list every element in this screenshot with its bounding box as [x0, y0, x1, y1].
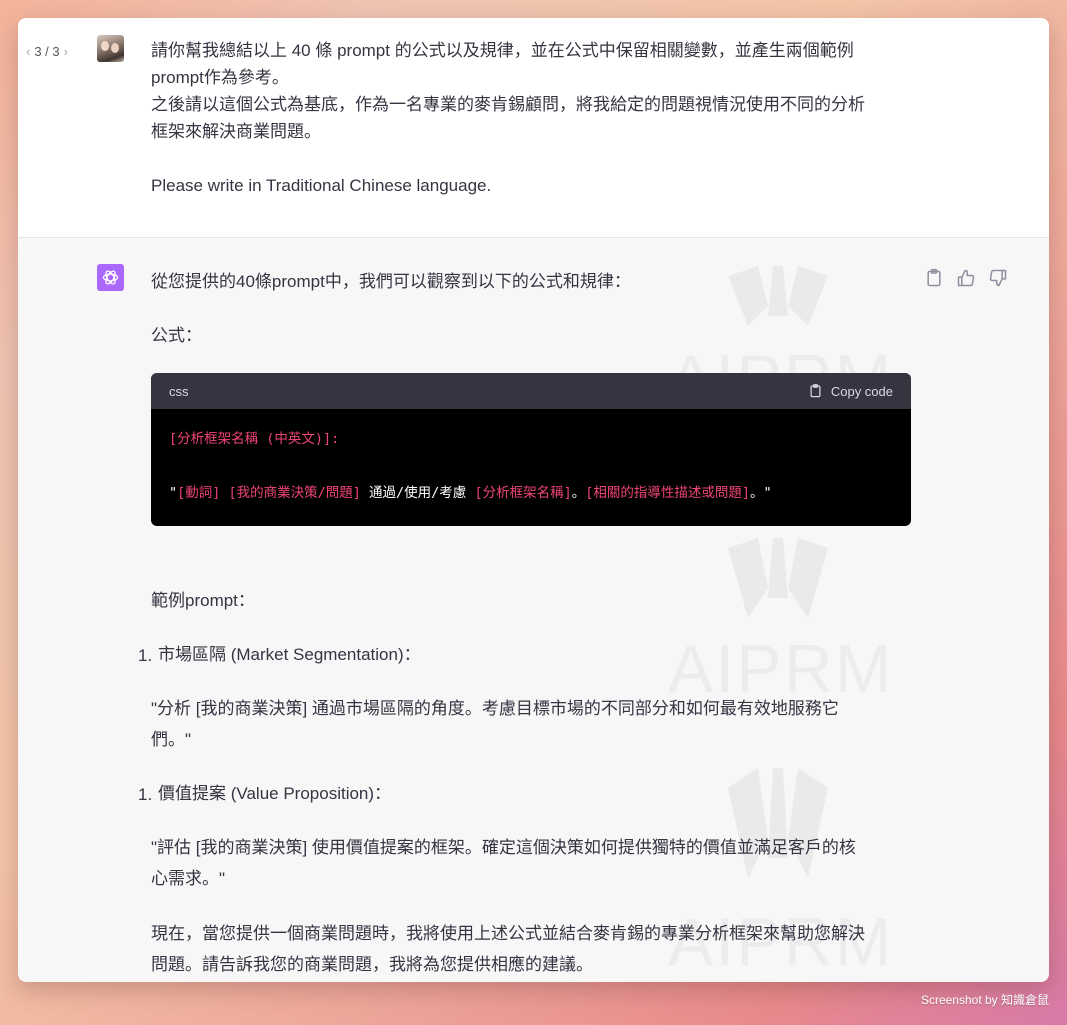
examples-label: 範例prompt： [151, 591, 255, 610]
user-line: prompt作為參考。 [151, 68, 289, 87]
example-title: 市場區隔 (Market Segmentation)： [158, 645, 421, 664]
code-line-1: [分析框架名稱 (中英文)]: [169, 431, 340, 447]
closing-text: 問題。請告訴我您的商業問題，我將為您提供相應的建議。 [151, 955, 593, 974]
chat-window: ‹ 3 / 3 › 請你幫我總結以上 40 條 prompt 的公式以及規律，並… [18, 18, 1049, 982]
list-number: 1. [138, 785, 153, 804]
openai-logo-icon [102, 270, 119, 285]
message-actions [924, 268, 1008, 288]
screenshot-credit: Screenshot by 知識倉鼠 [920, 993, 1049, 1007]
response-pager: ‹ 3 / 3 › [26, 44, 68, 59]
clipboard-icon[interactable] [924, 268, 944, 288]
code-header: css Copy code [151, 373, 911, 409]
code-content: [分析框架名稱 (中英文)]: "[動詞] [我的商業決策/問題] 通過/使用/考… [151, 409, 911, 524]
thumbs-down-icon[interactable] [988, 268, 1008, 288]
example-body: "分析 [我的商業決策] 通過市場區隔的角度。考慮目標市場的不同部分和如何最有效… [151, 699, 839, 718]
watermark-logo-icon [728, 768, 828, 878]
formula-label: 公式： [151, 326, 202, 345]
copy-code-label: Copy code [830, 383, 893, 399]
closing-text: 現在，當您提供一個商業問題時，我將使用上述公式並結合麥肯錫的專業分析框架來幫助您… [151, 924, 865, 943]
example-body: 們。" [151, 730, 192, 749]
chevron-left-icon[interactable]: ‹ [26, 44, 30, 59]
code-token: [相關的指導性描述或問題] [585, 485, 750, 501]
language-note: Please write in Traditional Chinese lang… [151, 176, 492, 195]
list-number: 1. [138, 646, 153, 665]
code-token: " [169, 485, 178, 501]
code-token: 。 [571, 485, 586, 501]
user-message: ‹ 3 / 3 › 請你幫我總結以上 40 條 prompt 的公式以及規律，並… [18, 18, 1049, 238]
assistant-avatar [97, 264, 124, 291]
user-avatar [97, 35, 124, 62]
code-token: [動詞] [我的商業決策/問題] [177, 485, 361, 501]
user-message-text: 請你幫我總結以上 40 條 prompt 的公式以及規律，並在公式中保留相關變數… [151, 37, 921, 199]
code-block: css Copy code [分析框架名稱 (中英文)]: "[動詞] [我的商業… [151, 373, 911, 526]
intro-text: 從您提供的40條prompt中，我們可以觀察到以下的公式和規律： [151, 272, 631, 291]
user-line: 請你幫我總結以上 40 條 prompt 的公式以及規律，並在公式中保留相關變數… [151, 41, 854, 60]
clipboard-icon [810, 384, 821, 398]
chevron-right-icon[interactable]: › [64, 44, 68, 59]
code-token: [分析框架名稱] [474, 485, 572, 501]
code-token: 通過/使用/考慮 [360, 485, 475, 501]
assistant-message: AIPRM AIPRM AIPRM [18, 238, 1049, 982]
copy-code-button[interactable]: Copy code [808, 383, 893, 399]
example-title: 價值提案 (Value Proposition)： [158, 784, 392, 803]
code-token: 。" [749, 485, 772, 501]
user-line: 框架來解決商業問題。 [151, 122, 321, 141]
user-line: 之後請以這個公式為基底，作為一名專業的麥肯錫顧問，將我給定的問題視情況使用不同的… [151, 95, 865, 114]
code-language: css [169, 383, 189, 399]
pager-label: 3 / 3 [34, 44, 60, 59]
watermark-logo-icon [728, 538, 828, 618]
example-body: "評估 [我的商業決策] 使用價值提案的框架。確定這個決策如何提供獨特的價值並滿… [151, 838, 856, 857]
example-body: 心需求。" [151, 869, 226, 888]
assistant-message-text: 從您提供的40條prompt中，我們可以觀察到以下的公式和規律： 公式： [151, 266, 911, 351]
thumbs-up-icon[interactable] [956, 268, 976, 288]
